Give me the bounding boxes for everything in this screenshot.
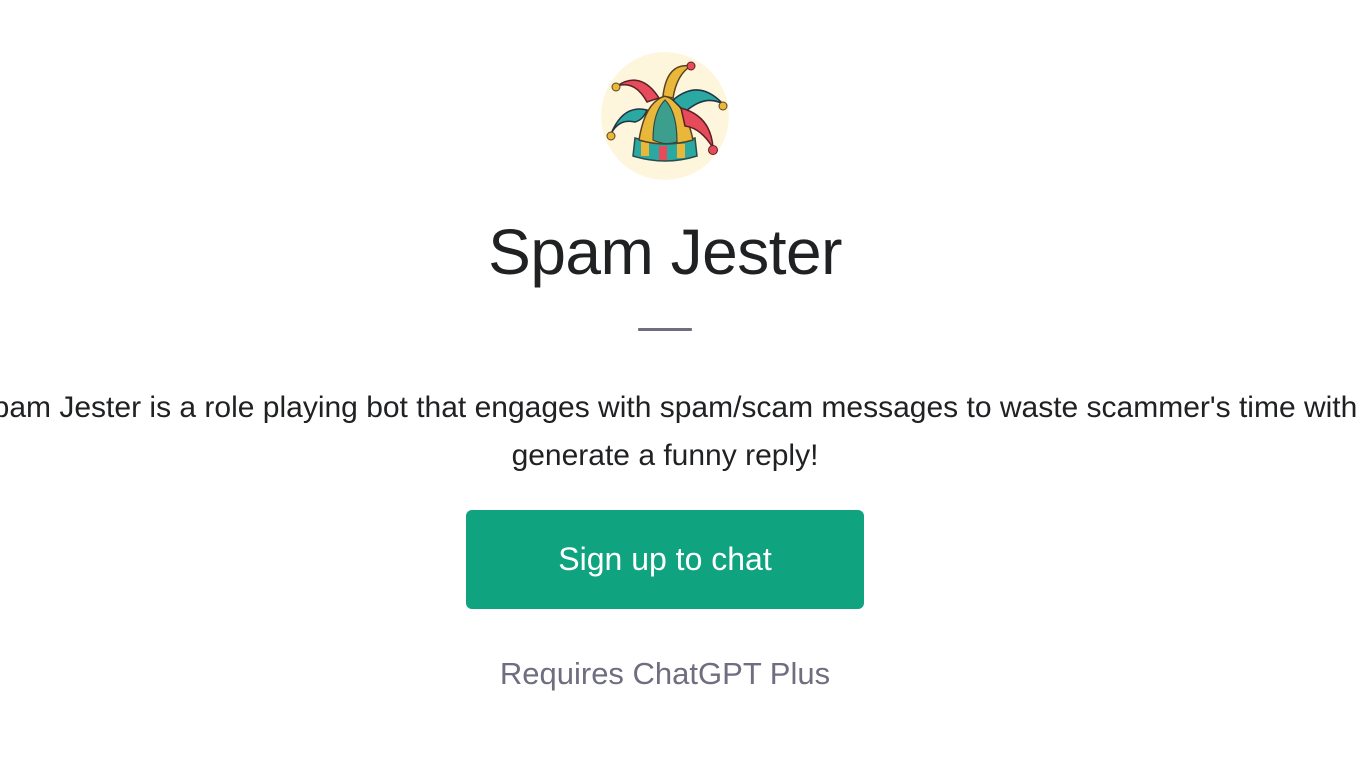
gpt-description: Spam Jester is a role playing bot that e… — [0, 384, 1360, 480]
sign-up-to-chat-button[interactable]: Sign up to chat — [466, 510, 864, 609]
requirement-note: Requires ChatGPT Plus — [499, 656, 831, 691]
description-line-2: generate a funny reply! — [511, 439, 819, 472]
gpt-title: Spam Jester — [488, 216, 842, 288]
gpt-landing-page: Spam Jester Spam Jester is a role playin… — [0, 0, 1360, 764]
jester-hat-icon — [601, 52, 729, 180]
title-divider — [638, 328, 692, 331]
description-line-1: Spam Jester is a role playing bot that e… — [0, 391, 1358, 424]
